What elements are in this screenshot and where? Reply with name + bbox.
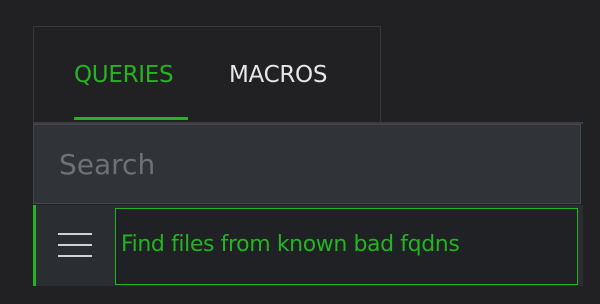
active-tab-indicator bbox=[74, 117, 188, 120]
list-item-accent bbox=[33, 205, 36, 286]
query-item[interactable]: Find files from known bad fqdns bbox=[115, 208, 578, 285]
list-item: Find files from known bad fqdns bbox=[33, 205, 583, 286]
search-box bbox=[33, 124, 581, 204]
hamburger-menu-icon[interactable] bbox=[58, 230, 92, 260]
query-item-label: Find files from known bad fqdns bbox=[121, 232, 460, 257]
tab-queries[interactable]: QUERIES bbox=[74, 58, 174, 92]
search-input[interactable] bbox=[37, 127, 577, 201]
tab-macros[interactable]: MACROS bbox=[229, 58, 327, 92]
